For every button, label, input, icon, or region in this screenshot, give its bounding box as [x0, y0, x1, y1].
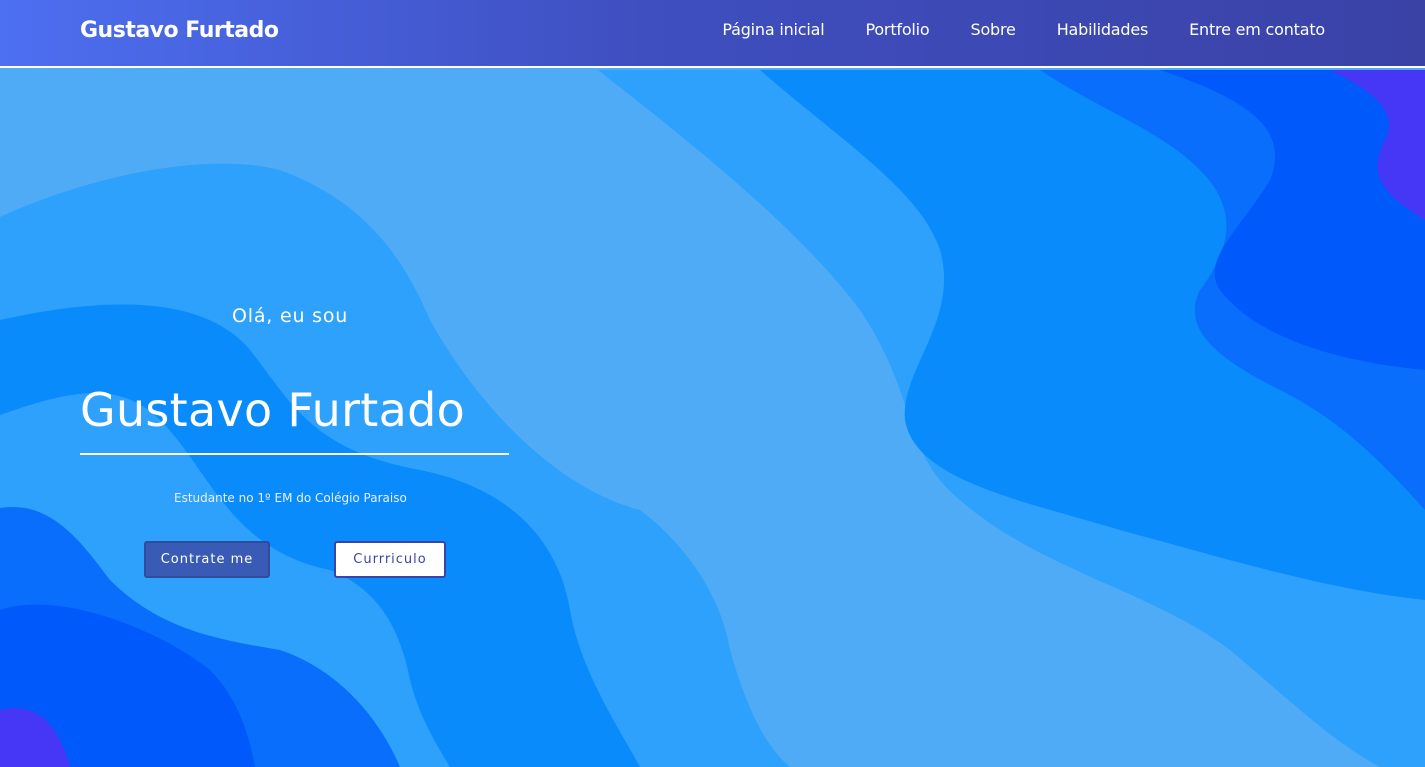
resume-button[interactable]: Currriculo [334, 541, 446, 578]
hire-me-button[interactable]: Contrate me [144, 541, 270, 578]
top-navbar: Gustavo Furtado Página inicial Portfolio… [0, 0, 1425, 68]
nav-link-contact[interactable]: Entre em contato [1189, 19, 1325, 41]
main-nav: Página inicial Portfolio Sobre Habilidad… [722, 19, 1325, 41]
nav-link-skills[interactable]: Habilidades [1057, 19, 1149, 41]
nav-link-home[interactable]: Página inicial [722, 19, 824, 41]
hero-greeting: Olá, eu sou [232, 305, 349, 327]
hero-name-heading: Gustavo Furtado [80, 383, 466, 437]
hero-section: Olá, eu sou Gustavo Furtado Estudante no… [0, 70, 1425, 767]
hero-content: Olá, eu sou Gustavo Furtado Estudante no… [0, 70, 600, 767]
nav-link-portfolio[interactable]: Portfolio [865, 19, 929, 41]
nav-link-about[interactable]: Sobre [971, 19, 1016, 41]
hero-subtitle: Estudante no 1º EM do Colégio Paraiso [174, 491, 407, 505]
brand-logo[interactable]: Gustavo Furtado [80, 16, 279, 46]
hero-name-underline [80, 453, 509, 455]
